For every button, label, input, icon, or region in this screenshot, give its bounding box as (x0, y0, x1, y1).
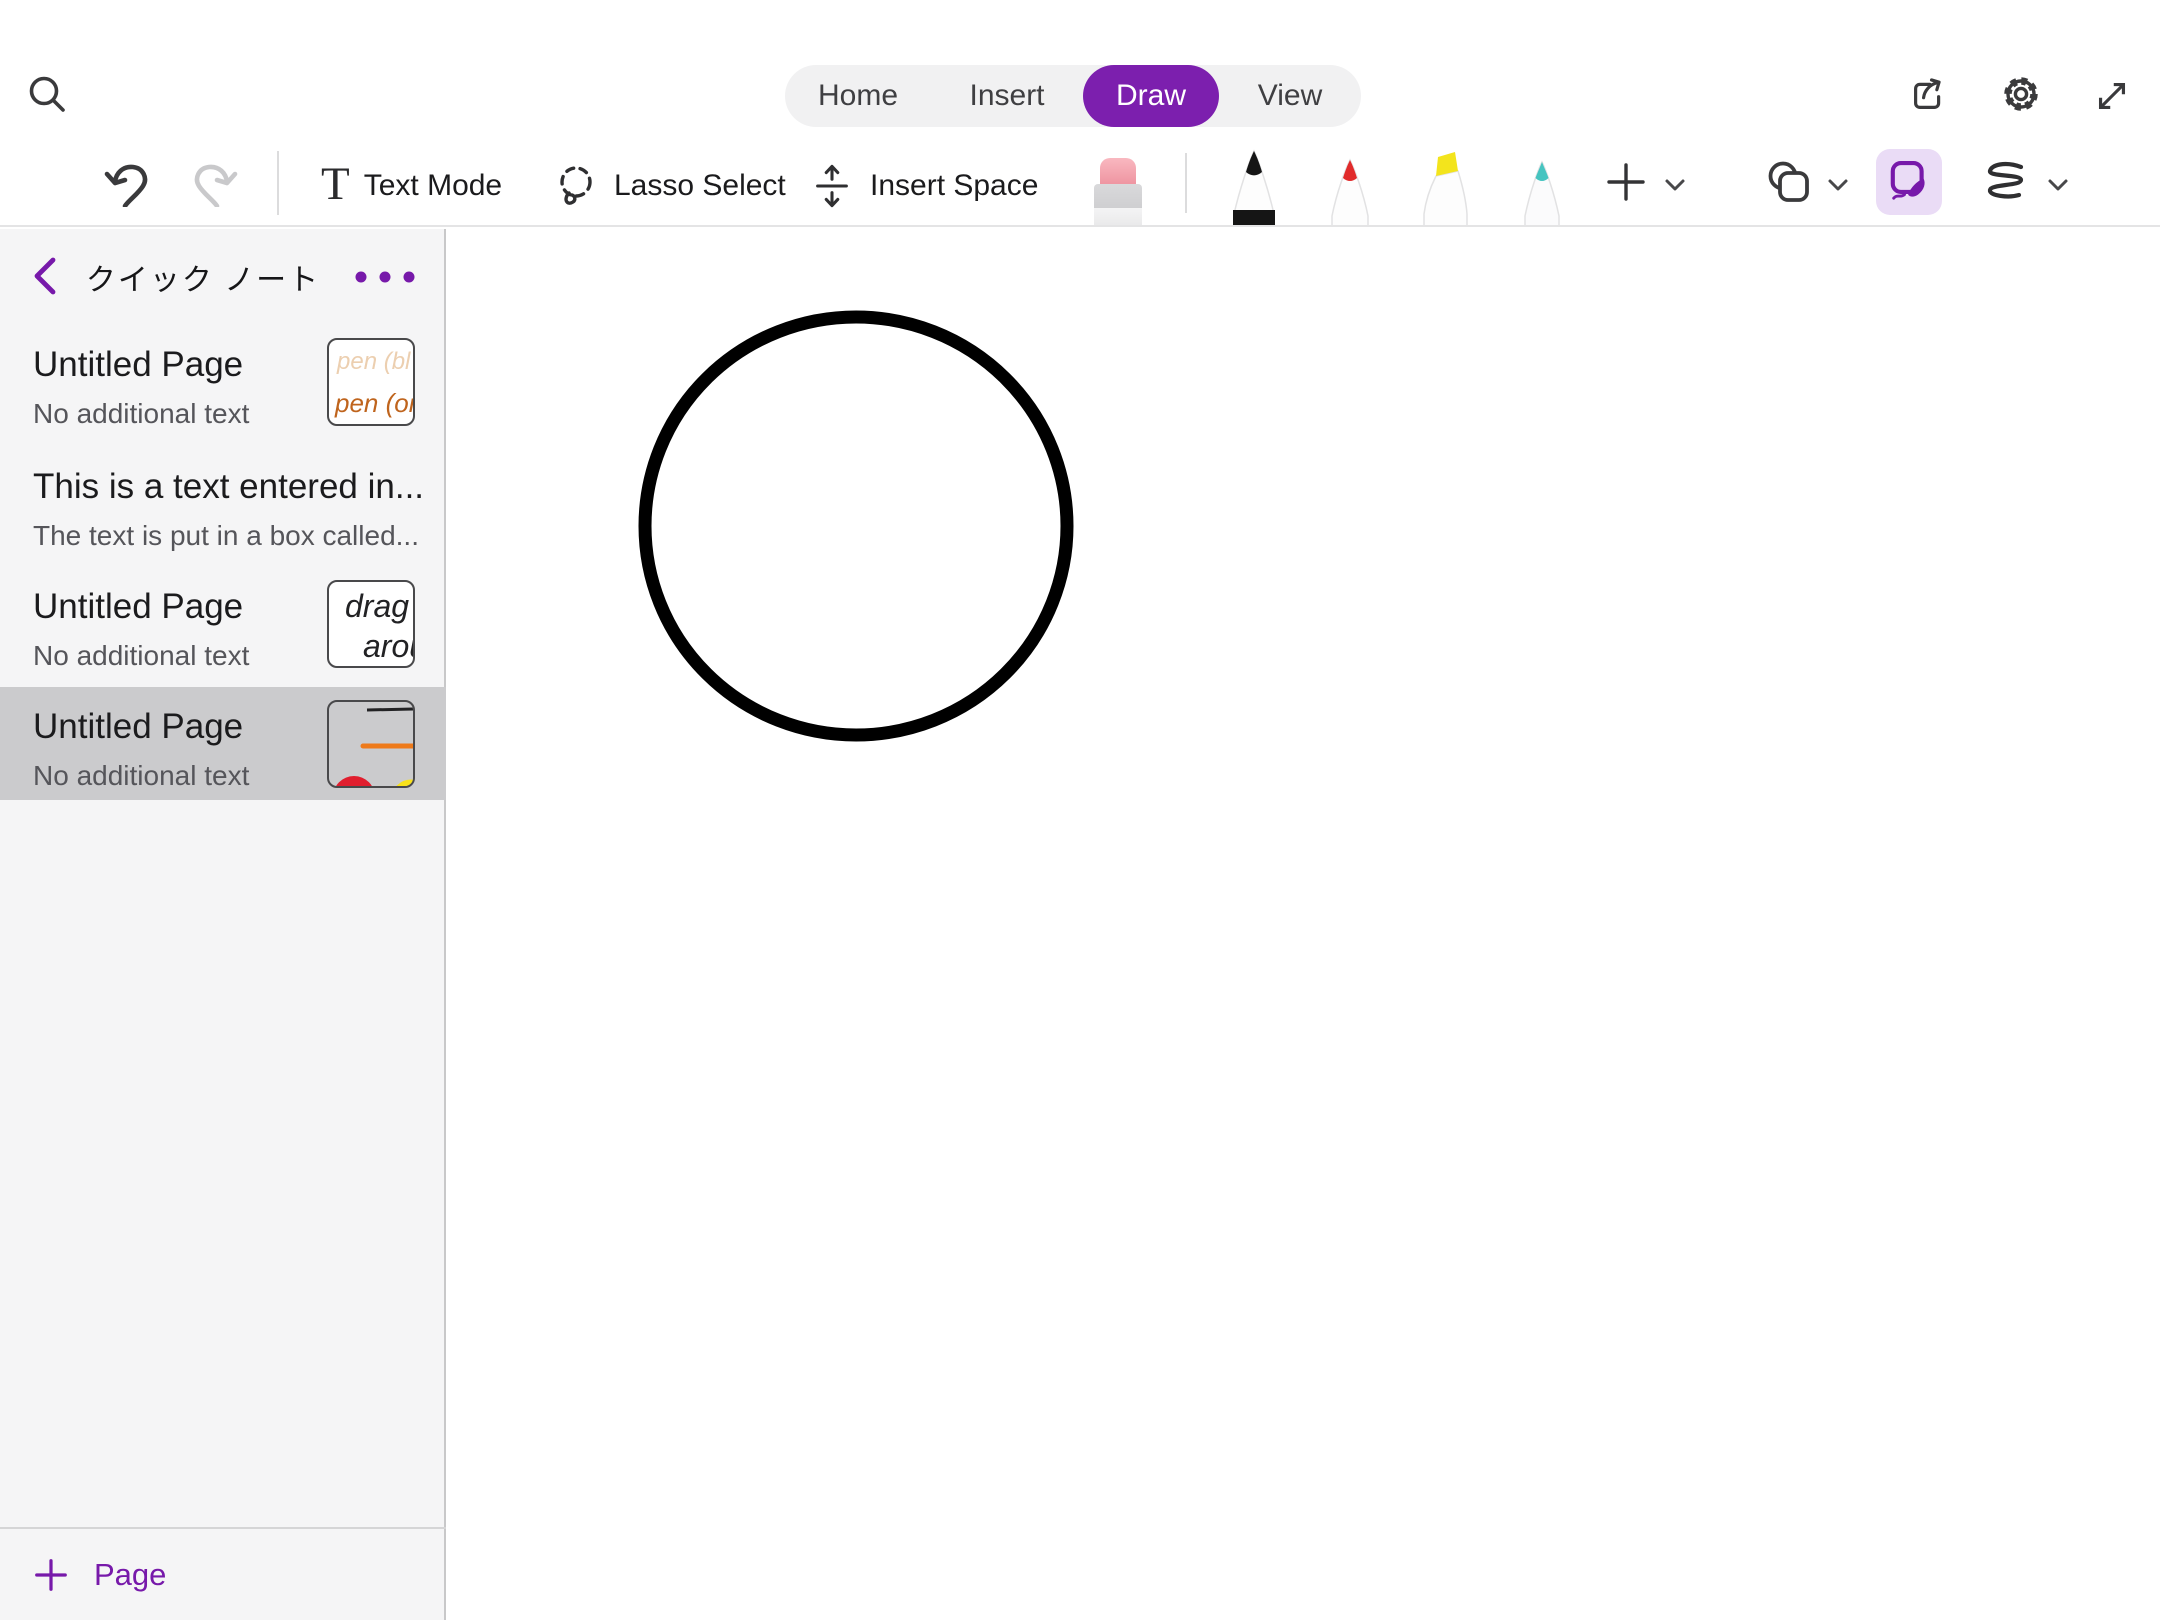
page-list-item[interactable]: This is a text entered in... The text is… (0, 447, 446, 567)
text-mode-label: Text Mode (364, 169, 502, 203)
add-pen-button[interactable] (1602, 158, 1650, 206)
page-list-sidebar: クイック ノート Untitled Page No additional tex… (0, 229, 446, 1620)
page-title: Untitled Page (33, 707, 318, 747)
thumbnail-ink-text: arou (363, 630, 413, 662)
page-thumbnail (327, 700, 415, 788)
add-pen-icon (1602, 158, 1650, 206)
add-pen-dropdown[interactable] (1663, 177, 1687, 195)
black-pen-icon (1221, 146, 1287, 226)
page-title: Untitled Page (33, 345, 318, 385)
eraser-body-lower (1094, 208, 1142, 226)
thumbnail-ink-text: pen (ora (335, 390, 413, 416)
share-icon-glyph (1905, 72, 1951, 118)
chevron-down-icon (1826, 177, 1850, 195)
tab-home[interactable]: Home (785, 65, 931, 127)
insert-space-icon (809, 161, 855, 211)
eraser-body (1094, 184, 1142, 208)
share-icon[interactable] (1905, 72, 1951, 118)
lasso-icon (549, 158, 601, 214)
expand-icon-glyph (2090, 74, 2134, 118)
lasso-select-button[interactable]: Lasso Select (549, 146, 786, 226)
page-subtitle: No additional text (33, 760, 318, 792)
red-pen-icon (1317, 146, 1383, 226)
shapes-icon (1763, 157, 1817, 211)
tab-insert[interactable]: Insert (931, 65, 1083, 127)
expand-icon[interactable] (2090, 74, 2134, 118)
more-options-button[interactable] (352, 269, 418, 285)
yellow-highlighter-icon (1412, 146, 1478, 226)
notebook-title: クイック ノート (0, 255, 406, 299)
thumbnail-sketch (329, 702, 413, 786)
onenote-app: Home Insert Draw View (0, 0, 2160, 1620)
ink-circle-drawing (448, 227, 1348, 987)
toolbar-divider (1185, 153, 1187, 213)
chevron-down-icon (2046, 177, 2070, 195)
thumbnail-ink-text: pen (bl (337, 350, 413, 374)
undo-icon (102, 155, 150, 207)
search-icon-glyph (24, 72, 70, 118)
pen-mode-icon (1882, 152, 1936, 212)
page-subtitle: The text is put in a box called... (33, 520, 439, 552)
ribbon-tab-bar: Home Insert Draw View (785, 65, 1361, 127)
pen-teal[interactable] (1509, 146, 1575, 226)
insert-space-button[interactable]: Insert Space (809, 146, 1038, 226)
ink-replay-button[interactable] (1979, 158, 2035, 208)
note-canvas[interactable] (448, 227, 2160, 1620)
ellipsis-icon (352, 269, 418, 285)
chevron-down-icon (1663, 177, 1687, 195)
eraser-tool[interactable] (1094, 158, 1142, 226)
highlighter-yellow[interactable] (1412, 146, 1478, 226)
thumbnail-ink-text: drag (345, 590, 413, 622)
teal-pen-icon (1509, 146, 1575, 226)
text-mode-button[interactable]: T Text Mode (321, 146, 502, 226)
page-list-item-selected[interactable]: Untitled Page No additional text (0, 687, 446, 800)
lasso-select-label: Lasso Select (614, 169, 786, 203)
add-page-plus-icon (32, 1556, 70, 1594)
text-mode-icon: T (321, 161, 350, 208)
gear-icon[interactable] (1997, 70, 2045, 118)
page-thumbnail: drag arou (327, 580, 415, 668)
gear-icon-glyph (1997, 70, 2045, 118)
shapes-button[interactable] (1763, 157, 1817, 211)
page-title: Untitled Page (33, 587, 318, 627)
ink-replay-dropdown[interactable] (2046, 177, 2070, 195)
tab-view[interactable]: View (1219, 65, 1361, 127)
add-page-label: Page (94, 1557, 166, 1593)
insert-space-label: Insert Space (870, 169, 1038, 203)
pen-mode-toggle[interactable] (1876, 149, 1942, 215)
page-thumbnail: pen (bl pen (ora (327, 338, 415, 426)
sidebar-header: クイック ノート (0, 229, 446, 325)
page-title: This is a text entered in... (33, 467, 439, 507)
page-subtitle: No additional text (33, 398, 318, 430)
pen-red[interactable] (1317, 146, 1383, 226)
redo-icon (192, 155, 240, 207)
add-page-button[interactable]: Page (0, 1527, 446, 1620)
page-list-item[interactable]: Untitled Page No additional text pen (bl… (0, 325, 446, 447)
shapes-dropdown[interactable] (1826, 177, 1850, 195)
redo-button[interactable] (192, 155, 240, 207)
page-list-item[interactable]: Untitled Page No additional text drag ar… (0, 567, 446, 687)
tab-draw[interactable]: Draw (1083, 65, 1219, 127)
pen-black[interactable] (1221, 146, 1287, 226)
page-subtitle: No additional text (33, 640, 318, 672)
undo-button[interactable] (102, 155, 150, 207)
search-icon[interactable] (24, 72, 70, 118)
ink-squiggle-icon (1979, 158, 2035, 208)
toolbar-divider (277, 151, 279, 215)
